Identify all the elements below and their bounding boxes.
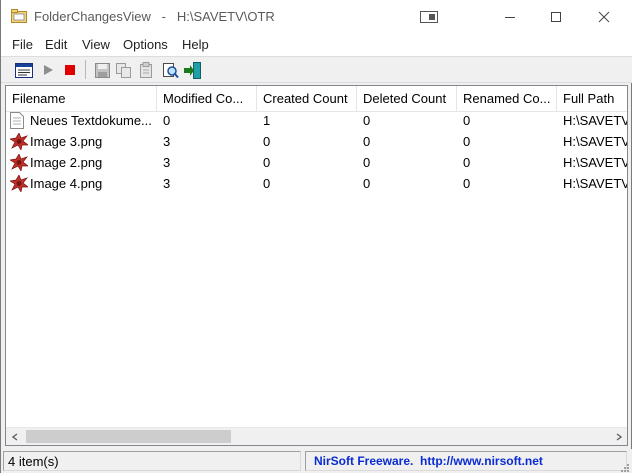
cell-created: 1 [263,113,271,128]
save-icon [94,62,110,78]
app-window: FolderChangesView - H:\SAVETV\OTR File E… [0,0,632,473]
find-button[interactable] [160,60,180,80]
chevron-left-icon [11,432,17,441]
cell-filename: Image 3.png [30,134,103,149]
copy-icon [116,62,131,78]
exit-button[interactable] [183,60,203,80]
resize-grip-icon[interactable] [620,461,630,472]
properties-icon [15,62,33,78]
cell-modified: 0 [163,113,171,128]
column-created-count[interactable]: Created Count [257,86,357,111]
cell-filename: Image 2.png [30,155,103,170]
copy-button[interactable] [114,60,134,80]
chevron-right-icon [616,432,622,441]
table-row[interactable]: Image 4.png 3 0 0 0 H:\SAVETV\ [6,173,627,194]
cell-created: 0 [263,155,271,170]
cell-created: 0 [263,176,271,191]
window-title: FolderChangesView - H:\SAVETV\OTR [34,9,275,24]
column-full-path[interactable]: Full Path [557,86,627,111]
menu-view[interactable]: View [82,37,110,52]
cell-created: 0 [263,134,271,149]
html-report-icon [140,62,152,78]
toolbar [1,57,632,83]
cell-filename: Image 4.png [30,176,103,191]
status-bar: 4 item(s) NirSoft Freeware. http://www.n… [1,449,632,473]
menu-options[interactable]: Options [123,37,168,52]
cell-full-path: H:\SAVETV\ [563,134,627,149]
cell-modified: 3 [163,155,171,170]
column-modified-count[interactable]: Modified Co... [157,86,257,111]
cell-full-path: H:\SAVETV\ [563,176,627,191]
table-row[interactable]: Image 2.png 3 0 0 0 H:\SAVETV\ [6,152,627,173]
find-icon [162,62,179,78]
menu-bar: File Edit View Options Help [1,34,632,57]
scroll-left-button[interactable] [6,428,23,445]
nirsoft-link[interactable]: NirSoft Freeware. http://www.nirsoft.net [305,451,627,471]
cell-renamed: 0 [463,134,471,149]
scroll-thumb[interactable] [26,430,231,443]
cell-deleted: 0 [363,113,371,128]
cell-filename: Neues Textdokume... [30,113,152,128]
title-bar[interactable]: FolderChangesView - H:\SAVETV\OTR [1,0,632,34]
cell-full-path: H:\SAVETV\ [563,155,627,170]
exit-icon [184,61,201,79]
cell-renamed: 0 [463,176,471,191]
close-button[interactable] [581,0,627,34]
item-count: 4 item(s) [3,451,301,471]
html-report-button[interactable] [136,60,156,80]
maximize-button[interactable] [533,0,579,34]
list-header: Filename Modified Co... Created Count De… [6,86,627,112]
play-icon [44,65,53,75]
toolbar-separator [85,60,86,79]
cell-modified: 3 [163,176,171,191]
horizontal-scrollbar[interactable] [6,427,627,445]
cell-deleted: 0 [363,176,371,191]
column-filename[interactable]: Filename [6,86,157,111]
app-folder-icon [11,9,27,23]
column-deleted-count[interactable]: Deleted Count [357,86,457,111]
cell-modified: 3 [163,134,171,149]
menu-edit[interactable]: Edit [45,37,67,52]
properties-button[interactable] [14,60,34,80]
stop-button[interactable] [60,60,80,80]
cell-deleted: 0 [363,155,371,170]
save-button[interactable] [92,60,112,80]
minimize-button[interactable] [487,0,533,34]
scroll-right-button[interactable] [610,428,627,445]
stop-icon [65,65,75,75]
menu-file[interactable]: File [12,37,33,52]
table-row[interactable]: Neues Textdokume... 0 1 0 0 H:\SAVETV\ [6,110,627,131]
changes-list[interactable]: Filename Modified Co... Created Count De… [5,85,628,446]
column-renamed-count[interactable]: Renamed Co... [457,86,557,111]
cell-deleted: 0 [363,134,371,149]
menu-help[interactable]: Help [182,37,209,52]
start-button[interactable] [38,60,58,80]
tablet-mode-icon[interactable] [406,0,452,34]
cell-full-path: H:\SAVETV\ [563,113,627,128]
cell-renamed: 0 [463,113,471,128]
cell-renamed: 0 [463,155,471,170]
table-row[interactable]: Image 3.png 3 0 0 0 H:\SAVETV\ [6,131,627,152]
